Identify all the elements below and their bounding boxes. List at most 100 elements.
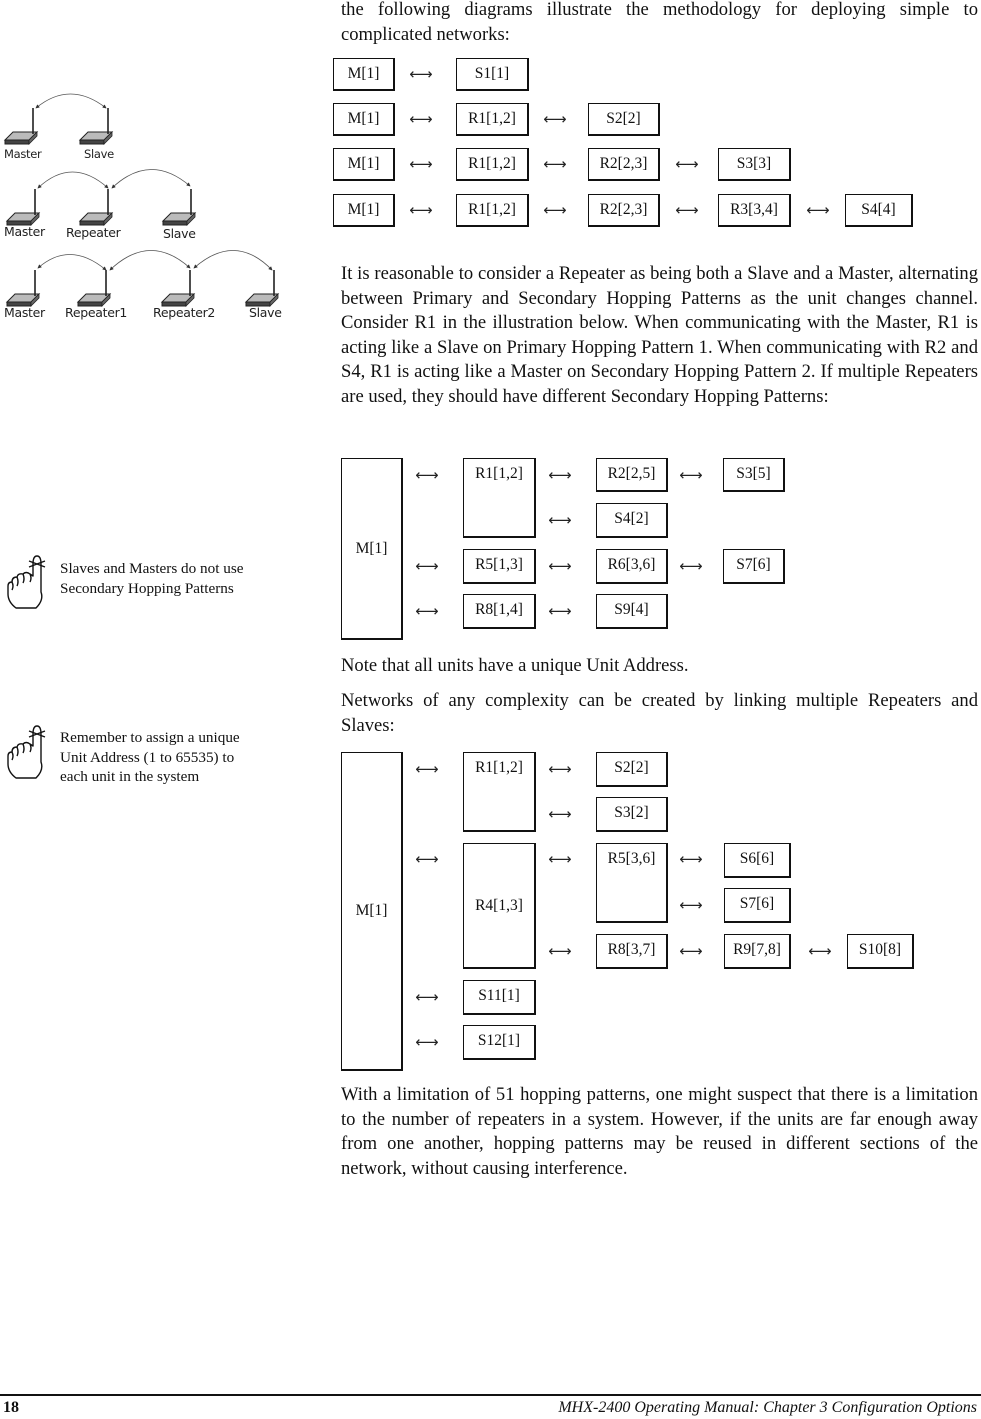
unit-box: S4[4]	[845, 194, 913, 227]
bidirectional-arrow: ←→	[415, 1033, 438, 1051]
unit-box: R2[2,3]	[588, 194, 660, 227]
bidirectional-arrow: ←→	[409, 201, 432, 219]
unit-box: R1[1,2]	[456, 103, 529, 136]
hand-pointing-tied-finger-icon	[7, 555, 46, 609]
link-arc	[37, 171, 109, 189]
unit-box: M[1]	[333, 194, 395, 227]
unique-address-note: Note that all units have a unique Unit A…	[341, 655, 689, 676]
topology-master-slave	[4, 93, 113, 145]
device-label: Master	[4, 224, 45, 239]
repeater-box: R9[7,8]	[724, 934, 791, 969]
bidirectional-arrow: ←→	[808, 942, 831, 960]
slave-box: S7[6]	[724, 888, 791, 923]
side-note-secondary-patterns: Slaves and Masters do not use Secondary …	[60, 560, 244, 597]
limitation-paragraph: With a limitation of 51 hopping patterns…	[341, 1084, 978, 1179]
topology-illustrations	[4, 93, 279, 307]
device-label: Repeater	[66, 225, 121, 240]
bidirectional-arrow: ←→	[679, 942, 702, 960]
bidirectional-arrow: ←→	[415, 850, 438, 868]
modem-master-icon	[4, 107, 38, 145]
slave-box: S6[6]	[724, 843, 791, 878]
modem-slave-icon	[245, 269, 279, 307]
slave-box: S12[1]	[463, 1025, 536, 1060]
master-box: M[1]	[341, 458, 403, 640]
hand-pointing-tied-finger-icon	[7, 725, 46, 779]
bidirectional-arrow: ←→	[548, 511, 571, 529]
slave-box: S4[2]	[596, 503, 668, 538]
master-box: M[1]	[341, 752, 403, 1071]
bidirectional-arrow: ←→	[409, 110, 432, 128]
modem-master-icon	[6, 269, 40, 307]
repeater-paragraph: It is reasonable to consider a Repeater …	[341, 263, 978, 407]
repeater-box: R2[2,5]	[596, 458, 668, 492]
unit-box: R1[1,2]	[456, 194, 529, 227]
repeater-box: R4[1,3]	[463, 843, 536, 969]
slave-box: S7[6]	[723, 549, 785, 584]
bidirectional-arrow: ←→	[415, 988, 438, 1006]
bidirectional-arrow: ←→	[543, 110, 566, 128]
bidirectional-arrow: ←→	[543, 201, 566, 219]
topology-master-two-repeaters-slave	[6, 250, 279, 307]
repeater-box: R5[1,3]	[463, 549, 536, 584]
bidirectional-arrow: ←→	[415, 602, 438, 620]
bidirectional-arrow: ←→	[548, 850, 571, 868]
bidirectional-arrow: ←→	[679, 896, 702, 914]
unit-box: S1[1]	[456, 58, 529, 91]
bidirectional-arrow: ←→	[679, 557, 702, 575]
topology-master-repeater-slave	[6, 169, 196, 226]
unit-box: S2[2]	[588, 103, 660, 136]
repeater-box: R1[1,2]	[463, 458, 536, 538]
modem-repeater-icon	[79, 188, 113, 226]
link-arc	[193, 250, 273, 271]
link-arc	[35, 93, 107, 109]
repeater-box: R1[1,2]	[463, 752, 536, 832]
unit-box: R1[1,2]	[456, 148, 529, 181]
side-note-unit-address: Remember to assign a unique Unit Address…	[60, 729, 240, 786]
slave-box: S9[4]	[596, 594, 668, 629]
device-label: Master	[4, 305, 45, 320]
repeater-box: R6[3,6]	[596, 549, 668, 584]
slave-box: S10[8]	[847, 934, 914, 969]
device-label: Slave	[163, 226, 196, 241]
bidirectional-arrow: ←→	[679, 850, 702, 868]
bidirectional-arrow: ←→	[548, 760, 571, 778]
bidirectional-arrow: ←→	[548, 557, 571, 575]
link-arc	[111, 169, 191, 189]
link-arc	[37, 254, 107, 271]
footer-rule	[0, 1394, 981, 1396]
intro-paragraph: the following diagrams illustrate the me…	[341, 0, 978, 45]
device-label: Slave	[84, 147, 114, 161]
complexity-paragraph: Networks of any complexity can be create…	[341, 690, 978, 736]
bidirectional-arrow: ←→	[679, 466, 702, 484]
repeater-box: R5[3,6]	[596, 843, 668, 923]
unit-box: M[1]	[333, 58, 395, 91]
bidirectional-arrow: ←→	[806, 201, 829, 219]
bidirectional-arrow: ←→	[409, 155, 432, 173]
bidirectional-arrow: ←→	[415, 466, 438, 484]
page-number: 18	[3, 1399, 19, 1416]
bidirectional-arrow: ←→	[415, 760, 438, 778]
device-label: Repeater2	[153, 305, 216, 320]
bidirectional-arrow: ←→	[675, 201, 698, 219]
slave-box: S3[2]	[596, 797, 668, 832]
slave-box: S11[1]	[463, 980, 536, 1015]
bidirectional-arrow: ←→	[415, 557, 438, 575]
unit-box: M[1]	[333, 148, 395, 181]
unit-box: M[1]	[333, 103, 395, 136]
bidirectional-arrow: ←→	[548, 602, 571, 620]
bidirectional-arrow: ←→	[675, 155, 698, 173]
device-label: Master	[4, 147, 42, 161]
link-arc	[109, 250, 191, 271]
modem-slave-icon	[162, 188, 196, 226]
running-footer-title: MHX-2400 Operating Manual: Chapter 3 Con…	[558, 1399, 977, 1416]
bidirectional-arrow: ←→	[548, 805, 571, 823]
unit-box: S3[3]	[718, 148, 791, 181]
bidirectional-arrow: ←→	[548, 466, 571, 484]
unit-box: R3[3,4]	[718, 194, 791, 227]
bidirectional-arrow: ←→	[409, 65, 432, 83]
bidirectional-arrow: ←→	[543, 155, 566, 173]
modem-repeater2-icon	[161, 269, 195, 307]
slave-box: S3[5]	[723, 458, 785, 492]
device-label: Slave	[249, 305, 282, 320]
repeater-box: R8[1,4]	[463, 594, 536, 629]
